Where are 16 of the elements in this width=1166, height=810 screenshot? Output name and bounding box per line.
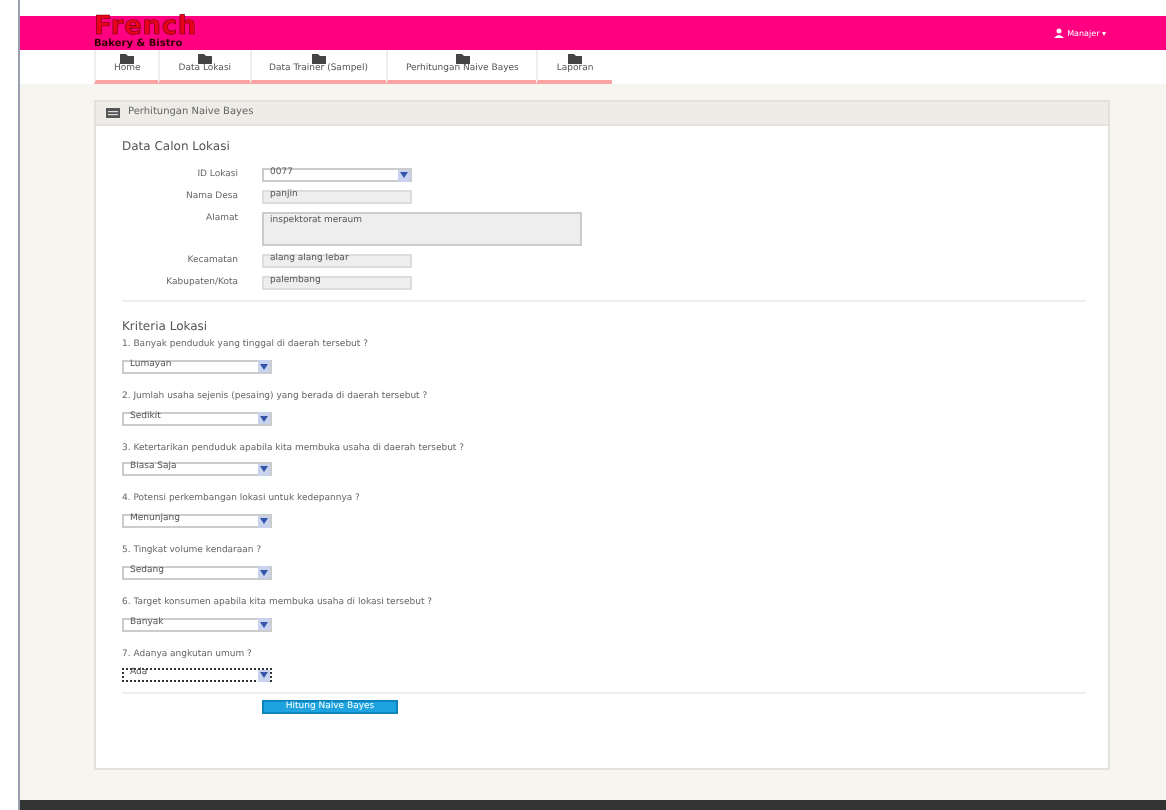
dropdown-arrow-icon [258,566,270,579]
dropdown-arrow-icon [258,515,270,527]
folder-icon [197,54,212,65]
dropdown-arrow-icon [258,463,270,476]
folder-icon [455,54,470,65]
table-icon [106,108,120,118]
dropdown-arrow-icon [258,618,270,630]
user-icon [1053,28,1064,38]
dropdown-arrow-icon [398,169,410,181]
folder-icon [568,54,583,65]
dropdown-arrow-icon [258,669,270,682]
dropdown-arrow-icon [258,360,270,373]
folder-icon [311,54,326,65]
folder-icon [120,54,135,65]
dropdown-arrow-icon [258,412,270,424]
logo-title: French [94,17,197,37]
